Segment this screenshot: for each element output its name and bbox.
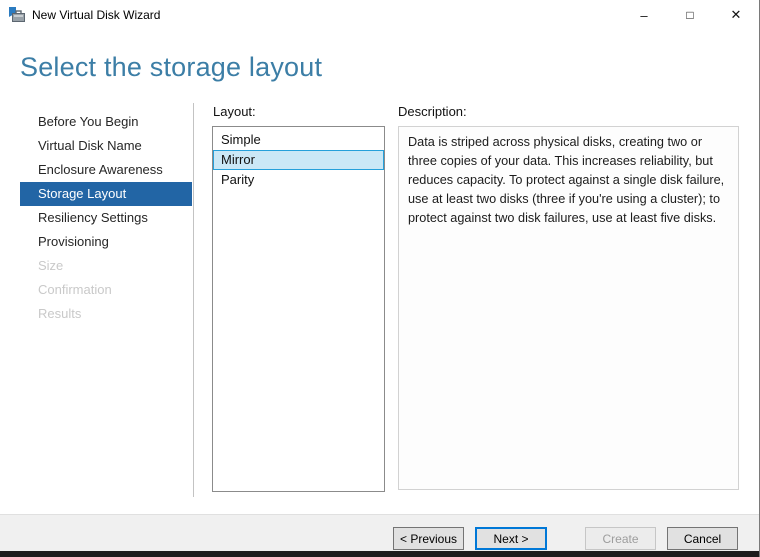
sidebar-item-virtual-disk-name[interactable]: Virtual Disk Name	[20, 134, 192, 158]
sidebar-item-enclosure-awareness[interactable]: Enclosure Awareness	[20, 158, 192, 182]
maximize-button[interactable]: □	[667, 0, 713, 30]
sidebar-divider	[193, 103, 194, 497]
sidebar-item-resiliency-settings[interactable]: Resiliency Settings	[20, 206, 192, 230]
minimize-button[interactable]: –	[621, 0, 667, 30]
next-button[interactable]: Next >	[475, 527, 547, 550]
sidebar-item-confirmation: Confirmation	[38, 282, 112, 297]
previous-button[interactable]: < Previous	[393, 527, 464, 550]
description-text: Data is striped across physical disks, c…	[398, 126, 739, 490]
close-button[interactable]: ✕	[713, 0, 759, 30]
wizard-steps-sidebar: Before You Begin Virtual Disk Name Enclo…	[20, 110, 192, 326]
layout-option-mirror[interactable]: Mirror	[213, 150, 384, 170]
sidebar-item-before-you-begin[interactable]: Before You Begin	[20, 110, 192, 134]
sidebar-item-provisioning[interactable]: Provisioning	[20, 230, 192, 254]
window-controls: – □ ✕	[621, 0, 759, 30]
page-title: Select the storage layout	[20, 52, 323, 82]
description-label: Description:	[398, 104, 467, 119]
title-bar: New Virtual Disk Wizard – □ ✕	[0, 0, 759, 30]
sidebar-item-size: Size	[38, 258, 64, 273]
cancel-button[interactable]: Cancel	[667, 527, 738, 550]
sidebar-item-storage-layout[interactable]: Storage Layout	[20, 182, 192, 206]
create-button[interactable]: Create	[585, 527, 656, 550]
window-title: New Virtual Disk Wizard	[32, 8, 161, 22]
wizard-window: New Virtual Disk Wizard – □ ✕ Select the…	[0, 0, 760, 557]
layout-label: Layout:	[213, 104, 256, 119]
sidebar-item-results: Results	[38, 306, 82, 321]
window-bottom-edge	[0, 551, 759, 557]
footer-bar: < Previous Next > Create Cancel	[0, 514, 759, 552]
layout-option-simple[interactable]: Simple	[213, 130, 384, 150]
server-manager-icon	[9, 7, 25, 22]
layout-option-parity[interactable]: Parity	[213, 170, 384, 190]
layout-listbox[interactable]: Simple Mirror Parity	[212, 126, 385, 492]
